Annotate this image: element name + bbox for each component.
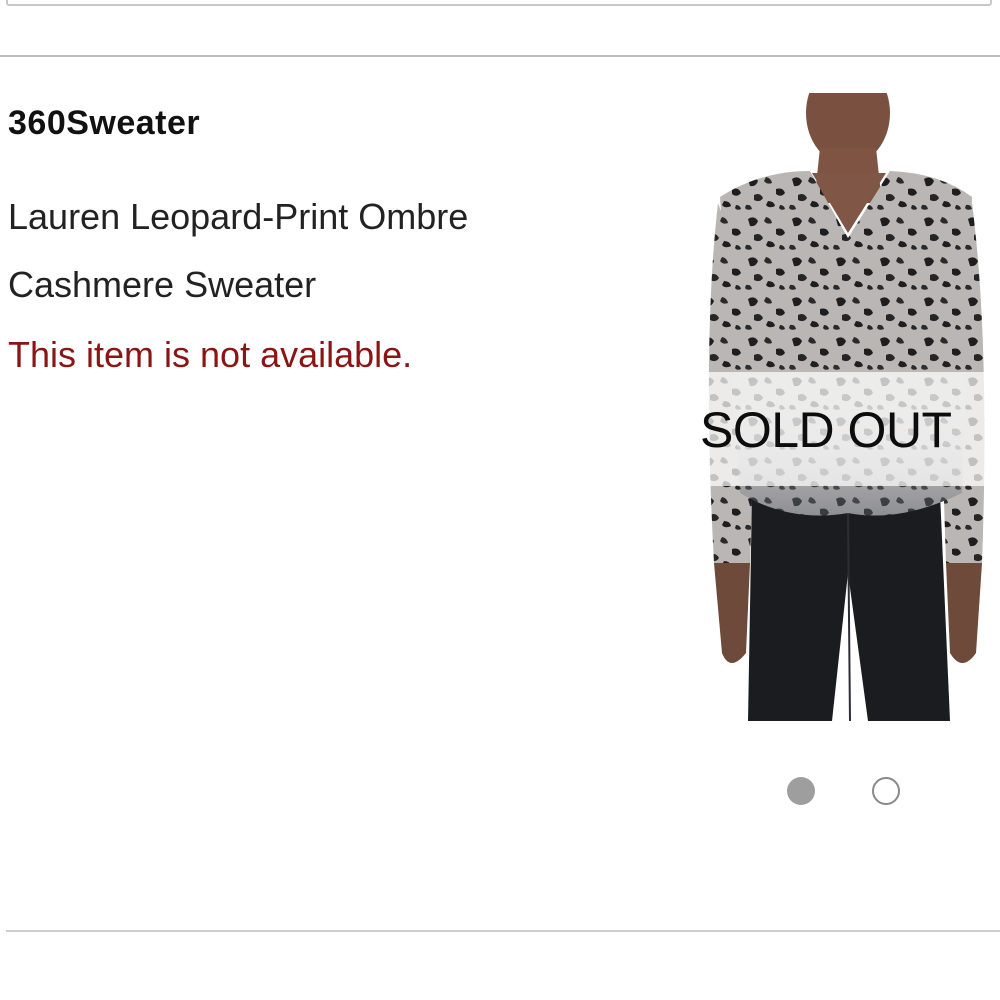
sold-out-label: SOLD OUT (700, 402, 952, 458)
carousel-dot-2[interactable] (872, 777, 900, 805)
product-page: 360Sweater Lauren Leopard-Print Ombre Ca… (0, 0, 1000, 1000)
brand-name[interactable]: 360Sweater (8, 104, 200, 143)
product-title-line-1: Lauren Leopard-Print Ombre (8, 196, 469, 237)
product-title-line-2: Cashmere Sweater (8, 264, 317, 305)
availability-message: This item is not available. (8, 334, 413, 375)
top-divider (0, 55, 1000, 57)
carousel-dot-1[interactable] (787, 777, 815, 805)
search-field-edge[interactable] (6, 0, 992, 6)
product-title[interactable]: Lauren Leopard-Print Ombre Cashmere Swea… (8, 183, 568, 319)
bottom-divider (6, 930, 1000, 932)
